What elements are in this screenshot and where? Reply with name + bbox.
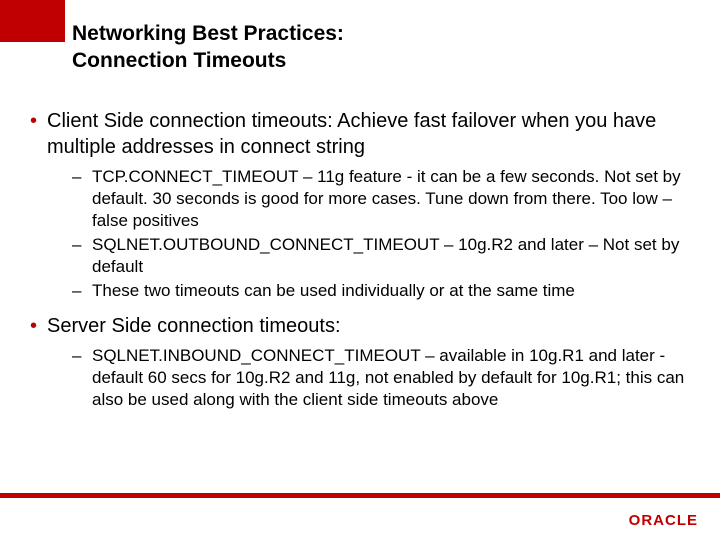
sub-bullet-text: These two timeouts can be used individua… [92,280,575,302]
slide: Networking Best Practices: Connection Ti… [0,0,720,540]
sublist-server: – SQLNET.INBOUND_CONNECT_TIMEOUT – avail… [72,345,690,411]
dash-marker: – [72,166,84,232]
title-line-2: Connection Timeouts [72,47,344,74]
content-area: • Client Side connection timeouts: Achie… [30,108,690,421]
sub-bullet: – These two timeouts can be used individ… [72,280,690,302]
dash-marker: – [72,345,84,411]
title-line-1: Networking Best Practices: [72,20,344,47]
sub-bullet-text: SQLNET.OUTBOUND_CONNECT_TIMEOUT – 10g.R2… [92,234,690,278]
dash-marker: – [72,234,84,278]
sub-bullet-text: TCP.CONNECT_TIMEOUT – 11g feature - it c… [92,166,690,232]
bullet-text: Client Side connection timeouts: Achieve… [47,108,690,160]
footer-divider [0,493,720,498]
dash-marker: – [72,280,84,302]
title-area: Networking Best Practices: Connection Ti… [72,20,344,75]
bullet-marker: • [30,313,37,339]
sub-bullet-text: SQLNET.INBOUND_CONNECT_TIMEOUT – availab… [92,345,690,411]
sublist-client: – TCP.CONNECT_TIMEOUT – 11g feature - it… [72,166,690,303]
sub-bullet: – SQLNET.INBOUND_CONNECT_TIMEOUT – avail… [72,345,690,411]
oracle-logo: ORACLE [629,512,698,530]
bullet-client-side: • Client Side connection timeouts: Achie… [30,108,690,160]
bullet-text: Server Side connection timeouts: [47,313,341,339]
bullet-marker: • [30,108,37,160]
sub-bullet: – SQLNET.OUTBOUND_CONNECT_TIMEOUT – 10g.… [72,234,690,278]
bullet-server-side: • Server Side connection timeouts: [30,313,690,339]
corner-accent [0,0,65,42]
logo-text: ORACLE [629,512,698,529]
sub-bullet: – TCP.CONNECT_TIMEOUT – 11g feature - it… [72,166,690,232]
